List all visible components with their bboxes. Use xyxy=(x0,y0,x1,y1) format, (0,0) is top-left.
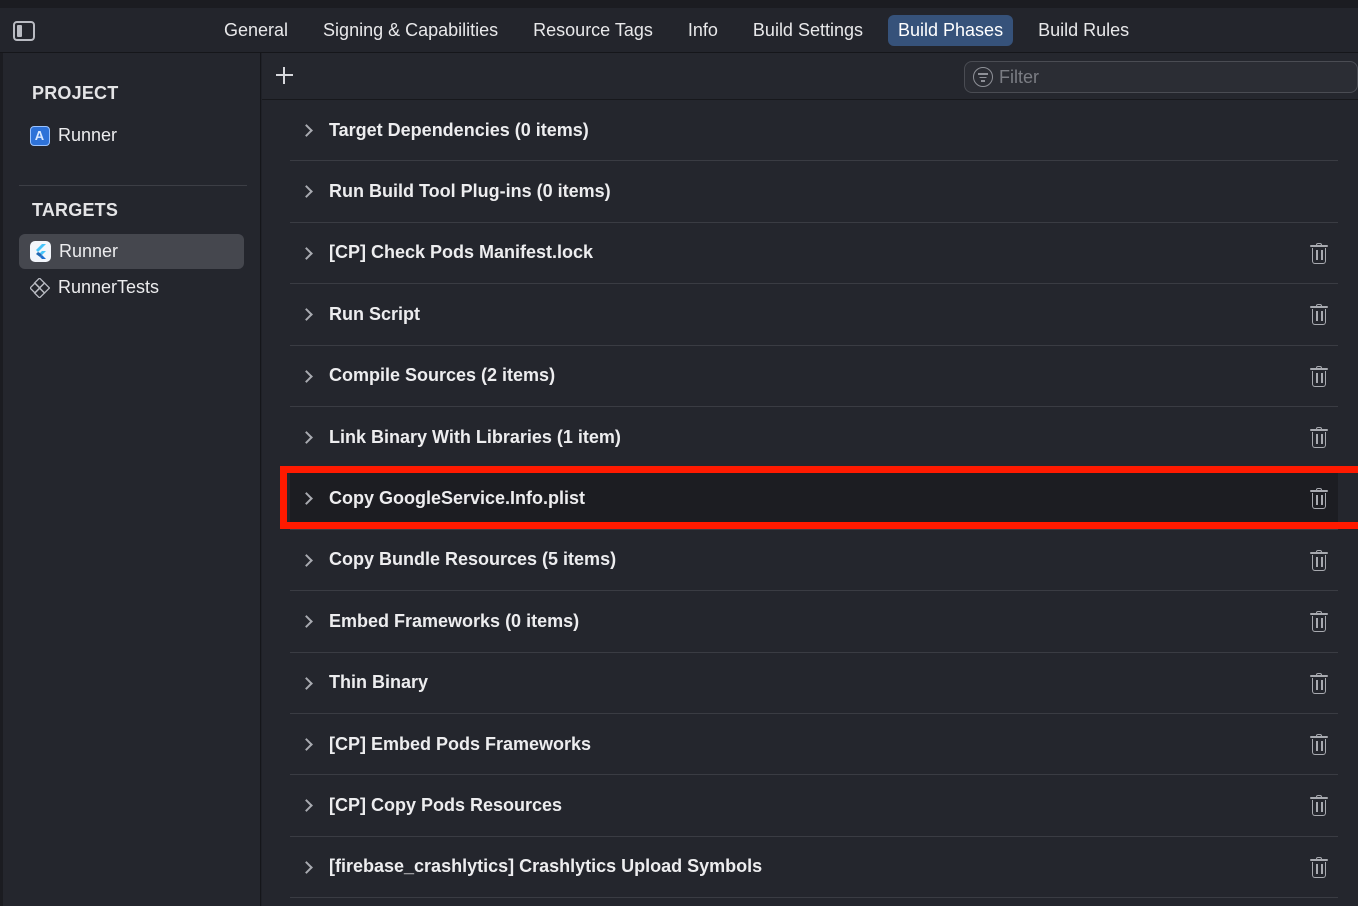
phase-row-compile-sources[interactable]: Compile Sources (2 items) xyxy=(290,346,1338,407)
tab-resource-tags[interactable]: Resource Tags xyxy=(523,15,663,46)
top-bar: General Signing & Capabilities Resource … xyxy=(0,0,1358,53)
tab-build-rules[interactable]: Build Rules xyxy=(1028,15,1139,46)
targets-section-title: TARGETS xyxy=(32,200,119,220)
chevron-right-icon[interactable] xyxy=(300,738,313,751)
chevron-right-icon[interactable] xyxy=(300,185,313,199)
phase-row-run-script[interactable]: Run Script xyxy=(290,284,1338,346)
phase-row-thin-binary[interactable]: Thin Binary xyxy=(290,653,1338,714)
sidebar-divider xyxy=(19,185,247,186)
chevron-right-icon[interactable] xyxy=(300,676,313,690)
filter-icon xyxy=(973,67,993,87)
editor-tabs: General Signing & Capabilities Resource … xyxy=(214,15,1154,47)
sidebar-item-label: Runner xyxy=(58,125,118,145)
phase-row-copy-googleservice-info[interactable]: Copy GoogleService.Info.plist xyxy=(290,468,1338,530)
trash-icon[interactable] xyxy=(1310,365,1328,388)
phase-label: Copy Bundle Resources (5 items) xyxy=(329,549,617,570)
tab-build-settings[interactable]: Build Settings xyxy=(743,15,873,46)
sidebar-toggle-icon[interactable] xyxy=(13,21,35,41)
phase-label: Run Build Tool Plug-ins (0 items) xyxy=(329,181,611,202)
phase-row-copy-pods-resources[interactable]: [CP] Copy Pods Resources xyxy=(290,775,1338,837)
chevron-right-icon[interactable] xyxy=(300,615,313,628)
trash-icon[interactable] xyxy=(1310,488,1328,510)
flutter-app-icon xyxy=(30,241,51,262)
sidebar-item-target-runner[interactable]: Runner xyxy=(19,234,244,269)
phase-row-check-pods-manifest[interactable]: [CP] Check Pods Manifest.lock xyxy=(290,223,1338,285)
tab-general[interactable]: General xyxy=(214,15,298,46)
phase-label: [CP] Check Pods Manifest.lock xyxy=(329,242,594,263)
trash-icon[interactable] xyxy=(1310,672,1328,695)
phase-row-embed-frameworks[interactable]: Embed Frameworks (0 items) xyxy=(290,591,1338,653)
phase-label: Target Dependencies (0 items) xyxy=(329,119,589,140)
chevron-right-icon[interactable] xyxy=(300,369,313,383)
phase-label: Run Script xyxy=(329,303,421,324)
chevron-right-icon[interactable] xyxy=(300,124,313,137)
phase-label: [CP] Copy Pods Resources xyxy=(329,794,563,815)
tab-build-phases[interactable]: Build Phases xyxy=(888,15,1014,46)
phase-row-link-binary[interactable]: Link Binary With Libraries (1 item) xyxy=(290,407,1338,469)
chevron-right-icon[interactable] xyxy=(300,431,313,444)
filter-input[interactable] xyxy=(999,66,1339,88)
chevron-right-icon[interactable] xyxy=(300,492,313,506)
trash-icon[interactable] xyxy=(1310,426,1328,449)
phase-label: [firebase_crashlytics] Crashlytics Uploa… xyxy=(329,856,763,877)
phase-label: Compile Sources (2 items) xyxy=(329,365,556,386)
filter-field[interactable] xyxy=(964,61,1358,93)
build-phases-editor: Target Dependencies (0 items) Run Build … xyxy=(262,53,1358,906)
tab-info[interactable]: Info xyxy=(678,15,728,46)
phase-row-run-build-tool-plugins[interactable]: Run Build Tool Plug-ins (0 items) xyxy=(290,161,1338,223)
trash-icon[interactable] xyxy=(1310,733,1328,756)
test-target-icon xyxy=(29,276,51,299)
phase-label: Copy GoogleService.Info.plist xyxy=(329,488,586,509)
phase-label: Link Binary With Libraries (1 item) xyxy=(329,426,621,447)
chevron-right-icon[interactable] xyxy=(300,246,313,260)
chevron-right-icon[interactable] xyxy=(300,799,313,813)
chevron-right-icon[interactable] xyxy=(300,553,313,567)
build-phases-toolbar xyxy=(262,53,1358,100)
phase-row-target-dependencies[interactable]: Target Dependencies (0 items) xyxy=(290,100,1338,162)
xcode-project-icon xyxy=(30,125,50,146)
chevron-right-icon[interactable] xyxy=(300,860,313,874)
sidebar-item-label: Runner xyxy=(59,241,119,261)
phase-label: Embed Frameworks (0 items) xyxy=(329,610,580,631)
tab-signing-capabilities[interactable]: Signing & Capabilities xyxy=(313,15,508,46)
trash-icon[interactable] xyxy=(1310,242,1328,265)
trash-icon[interactable] xyxy=(1310,304,1328,326)
trash-icon[interactable] xyxy=(1310,611,1328,633)
plus-icon[interactable] xyxy=(274,65,294,85)
trash-icon[interactable] xyxy=(1310,795,1328,817)
phase-label: [CP] Embed Pods Frameworks xyxy=(329,733,592,754)
build-phase-list: Target Dependencies (0 items) Run Build … xyxy=(290,100,1338,899)
phase-label: Thin Binary xyxy=(329,672,429,693)
trash-icon[interactable] xyxy=(1310,549,1328,572)
phase-row-crashlytics-upload-symbols[interactable]: [firebase_crashlytics] Crashlytics Uploa… xyxy=(290,837,1338,899)
project-section-title: PROJECT xyxy=(32,83,119,103)
sidebar-item-target-runnertests[interactable]: RunnerTests xyxy=(19,270,244,305)
chevron-right-icon[interactable] xyxy=(300,308,313,322)
phase-row-copy-bundle-resources[interactable]: Copy Bundle Resources (5 items) xyxy=(290,530,1338,592)
phase-row-embed-pods-frameworks[interactable]: [CP] Embed Pods Frameworks xyxy=(290,714,1338,776)
sidebar-item-label: RunnerTests xyxy=(58,277,160,297)
sidebar-item-project-runner[interactable]: Runner xyxy=(19,118,244,153)
trash-icon[interactable] xyxy=(1310,856,1328,879)
project-navigator-sidebar: PROJECT Runner TARGETS Runner RunnerTest… xyxy=(0,53,261,906)
